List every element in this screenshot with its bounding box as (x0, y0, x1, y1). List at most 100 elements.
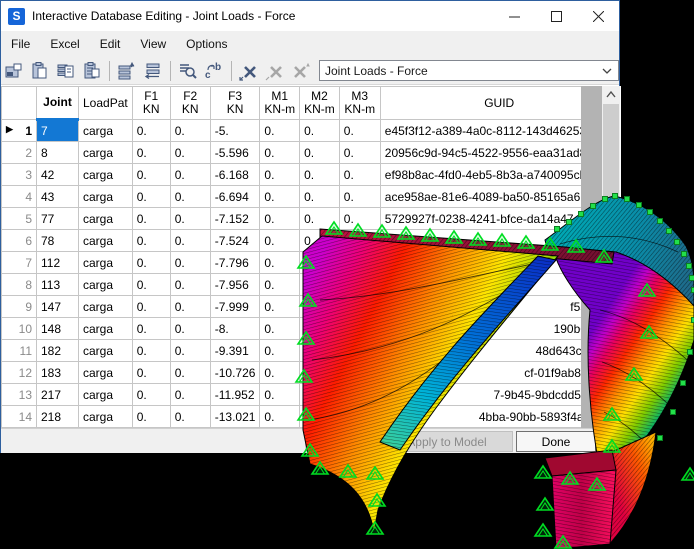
cell-f3[interactable]: -7.999 (210, 296, 260, 318)
cell-joint[interactable]: 217 (37, 384, 79, 406)
cell-m1[interactable]: 0. (260, 340, 300, 362)
cell-f3[interactable]: -11.952 (210, 384, 260, 406)
row-number[interactable]: 6 (2, 230, 37, 252)
cell-loadpat[interactable]: carga (79, 384, 133, 406)
cell-joint[interactable]: 148 (37, 318, 79, 340)
row-header-corner[interactable] (2, 87, 37, 120)
insert-rows-button[interactable] (115, 59, 139, 83)
cell-f2[interactable]: 0. (170, 340, 210, 362)
cell-loadpat[interactable]: carga (79, 406, 133, 428)
cell-m1[interactable]: 0. (260, 120, 300, 142)
cell-f2[interactable]: 0. (170, 318, 210, 340)
cell-m2[interactable]: 0. (300, 362, 340, 384)
row-number[interactable]: 4 (2, 186, 37, 208)
menu-item-file[interactable]: File (1, 33, 40, 55)
cell-f1[interactable]: 0. (132, 274, 170, 296)
cell-loadpat[interactable]: carga (79, 296, 133, 318)
cell-f3[interactable]: -7.152 (210, 208, 260, 230)
cell-m2[interactable]: 0. (300, 230, 340, 252)
paste-button[interactable] (28, 59, 52, 83)
cell-m3[interactable]: 0. (339, 318, 380, 340)
cell-m2[interactable]: 0. (300, 318, 340, 340)
menu-item-excel[interactable]: Excel (40, 33, 89, 55)
cell-m3[interactable]: 0. (339, 230, 380, 252)
cell-m3[interactable]: 0. (339, 164, 380, 186)
cell-f2[interactable]: 0. (170, 186, 210, 208)
row-number[interactable]: ▶1 (2, 120, 37, 142)
column-header-f1[interactable]: F1KN (132, 87, 170, 120)
cell-m3[interactable]: 0. (339, 362, 380, 384)
row-number[interactable]: 13 (2, 384, 37, 406)
cell-loadpat[interactable]: carga (79, 164, 133, 186)
cell-m2[interactable]: 0. (300, 406, 340, 428)
row-number[interactable]: 12 (2, 362, 37, 384)
cell-f2[interactable]: 0. (170, 274, 210, 296)
cell-loadpat[interactable]: carga (79, 208, 133, 230)
cell-f1[interactable]: 0. (132, 230, 170, 252)
cell-joint[interactable]: 218 (37, 406, 79, 428)
cell-f3[interactable]: -7.956 (210, 274, 260, 296)
cell-m3[interactable]: 0. (339, 120, 380, 142)
cell-f1[interactable]: 0. (132, 252, 170, 274)
cell-f1[interactable]: 0. (132, 186, 170, 208)
replace-text-button[interactable]: cb (202, 59, 226, 83)
row-number[interactable]: 11 (2, 340, 37, 362)
cell-joint[interactable]: 147 (37, 296, 79, 318)
cell-f2[interactable]: 0. (170, 362, 210, 384)
paste-prepend-table-button[interactable] (54, 59, 78, 83)
cell-m1[interactable]: 0. (260, 406, 300, 428)
cell-loadpat[interactable]: carga (79, 142, 133, 164)
cell-f3[interactable]: -7.524 (210, 230, 260, 252)
menu-item-view[interactable]: View (130, 33, 176, 55)
cell-f1[interactable]: 0. (132, 120, 170, 142)
cell-f2[interactable]: 0. (170, 120, 210, 142)
cell-f2[interactable]: 0. (170, 296, 210, 318)
cell-f3[interactable]: -10.726 (210, 362, 260, 384)
cell-m1[interactable]: 0. (260, 318, 300, 340)
cell-f3[interactable]: -7.796 (210, 252, 260, 274)
row-number[interactable]: 8 (2, 274, 37, 296)
column-header-joint[interactable]: Joint (37, 87, 79, 120)
table-selector-dropdown[interactable]: Joint Loads - Force (319, 60, 619, 81)
cell-m1[interactable]: 0. (260, 274, 300, 296)
cell-m2[interactable]: 0. (300, 274, 340, 296)
cell-f1[interactable]: 0. (132, 208, 170, 230)
cell-loadpat[interactable]: carga (79, 362, 133, 384)
cell-joint[interactable]: 112 (37, 252, 79, 274)
column-header-loadpat[interactable]: LoadPat (79, 87, 133, 120)
cell-m1[interactable]: 0. (260, 252, 300, 274)
close-button[interactable] (577, 1, 619, 31)
column-header-f2[interactable]: F2KN (170, 87, 210, 120)
cell-m3[interactable]: 0. (339, 384, 380, 406)
cell-m3[interactable]: 0. (339, 406, 380, 428)
cell-loadpat[interactable]: carga (79, 318, 133, 340)
titlebar[interactable]: S Interactive Database Editing - Joint L… (1, 1, 619, 31)
cell-loadpat[interactable]: carga (79, 120, 133, 142)
cell-f2[interactable]: 0. (170, 406, 210, 428)
cell-f3[interactable]: -13.021 (210, 406, 260, 428)
cell-f1[interactable]: 0. (132, 384, 170, 406)
cell-m2[interactable]: 0. (300, 120, 340, 142)
cell-f1[interactable]: 0. (132, 362, 170, 384)
cell-m2[interactable]: 0. (300, 384, 340, 406)
cell-m2[interactable]: 0. (300, 142, 340, 164)
cell-loadpat[interactable]: carga (79, 340, 133, 362)
menu-item-edit[interactable]: Edit (90, 33, 131, 55)
cell-m1[interactable]: 0. (260, 208, 300, 230)
cell-f1[interactable]: 0. (132, 340, 170, 362)
vertical-scrollbar-thumb[interactable] (603, 104, 619, 214)
cell-f2[interactable]: 0. (170, 384, 210, 406)
cell-m3[interactable]: 0. (339, 142, 380, 164)
row-number[interactable]: 7 (2, 252, 37, 274)
cell-joint[interactable]: 42 (37, 164, 79, 186)
cell-f3[interactable]: -5. (210, 120, 260, 142)
cell-m2[interactable]: 0. (300, 252, 340, 274)
cell-joint[interactable]: 43 (37, 186, 79, 208)
column-header-f3[interactable]: F3KN (210, 87, 260, 120)
cell-f2[interactable]: 0. (170, 142, 210, 164)
cell-m3[interactable]: 0. (339, 296, 380, 318)
scroll-up-arrow-icon[interactable] (602, 86, 620, 103)
cell-m3[interactable]: 0. (339, 274, 380, 296)
cell-f3[interactable]: -8. (210, 318, 260, 340)
cell-m3[interactable]: 0. (339, 340, 380, 362)
